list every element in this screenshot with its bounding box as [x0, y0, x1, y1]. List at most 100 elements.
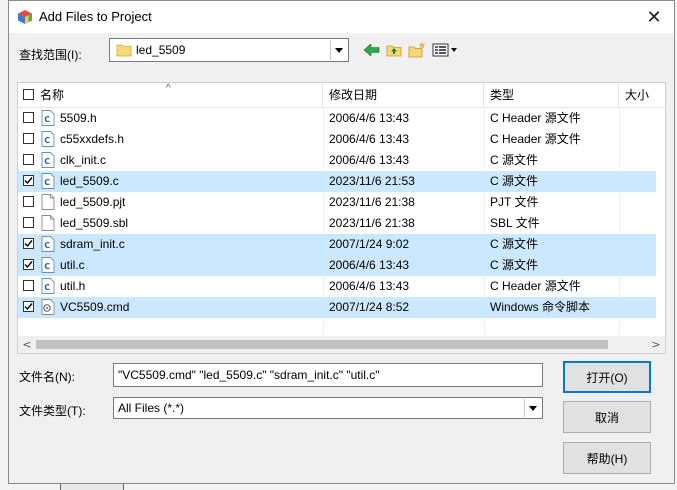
file-type-cell: Windows 命令脚本	[490, 300, 591, 314]
file-name-cell: led_5509.sbl	[60, 216, 129, 230]
c-file-icon: C	[41, 236, 55, 252]
scroll-left-arrow-icon[interactable]: <	[20, 337, 34, 352]
horizontal-scrollbar[interactable]: < >	[18, 336, 665, 353]
file-type-dropdown-button[interactable]	[524, 399, 541, 417]
file-checkbox[interactable]	[23, 112, 34, 123]
blank-file-icon	[41, 215, 55, 231]
svg-text:C: C	[44, 241, 50, 250]
back-button[interactable]	[363, 41, 381, 59]
file-list[interactable]: 名称 ^ 修改日期 类型 大小 C 5509.h 2006/4/6 13:43 C H…	[17, 82, 666, 354]
file-row[interactable]: VC5509.cmd 2007/1/24 8:52 Windows 命令脚本	[18, 297, 656, 318]
file-name-cell: led_5509.pjt	[60, 195, 126, 209]
file-row[interactable]: Cc55xxdefs.h 2006/4/6 13:43 C Header 源文件	[18, 129, 656, 150]
file-date-cell: 2006/4/6 13:43	[329, 279, 410, 293]
file-name-cell: c55xxdefs.h	[60, 132, 125, 146]
svg-text:C: C	[44, 136, 50, 145]
svg-text:C: C	[44, 283, 50, 292]
file-checkbox[interactable]	[23, 217, 34, 228]
file-type-cell: C Header 源文件	[490, 132, 581, 146]
help-button[interactable]: 帮助(H)	[563, 442, 651, 474]
view-menu-icon	[432, 43, 457, 57]
c-file-icon: C	[41, 278, 55, 294]
file-date-cell: 2006/4/6 13:43	[329, 132, 410, 146]
scroll-right-arrow-icon[interactable]: >	[649, 337, 663, 352]
file-checkbox[interactable]	[23, 301, 34, 312]
file-type-cell: C 源文件	[490, 237, 539, 251]
title-bar: Add Files to Project ✕	[9, 1, 674, 33]
file-name-cell: led_5509.c	[60, 174, 119, 188]
file-type-cell: PJT 文件	[490, 195, 539, 209]
select-all-checkbox[interactable]	[23, 89, 34, 100]
file-row[interactable]: led_5509.sbl 2023/11/6 21:38 SBL 文件	[18, 213, 656, 234]
file-checkbox[interactable]	[23, 133, 34, 144]
folder-icon	[116, 44, 132, 57]
close-icon: ✕	[646, 6, 662, 28]
file-type-cell: C 源文件	[490, 258, 539, 272]
file-name-label: 文件名(N):	[19, 370, 75, 384]
column-name-label: 名称	[40, 88, 65, 102]
cancel-button[interactable]: 取消	[563, 401, 651, 433]
open-button[interactable]: 打开(O)	[563, 361, 651, 393]
file-row[interactable]: Cclk_init.c 2006/4/6 13:43 C 源文件	[18, 150, 656, 171]
back-arrow-icon	[364, 44, 380, 56]
new-folder-button[interactable]	[408, 41, 426, 59]
file-type-cell: C 源文件	[490, 153, 539, 167]
c-file-icon: C	[41, 110, 55, 126]
file-date-cell: 2006/4/6 13:43	[329, 258, 410, 272]
chevron-down-icon	[529, 405, 537, 411]
svg-text:C: C	[44, 115, 50, 124]
file-date-cell: 2007/1/24 8:52	[329, 300, 410, 314]
view-menu-button[interactable]	[431, 41, 459, 59]
column-header-size[interactable]: 大小	[619, 83, 665, 107]
file-row[interactable]: Csdram_init.c 2007/1/24 9:02 C 源文件	[18, 234, 656, 255]
file-type-select[interactable]: All Files (*.*)	[113, 397, 543, 419]
file-name-cell: VC5509.cmd	[60, 300, 130, 314]
file-checkbox[interactable]	[23, 238, 34, 249]
chevron-down-icon	[335, 47, 343, 53]
file-date-cell: 2006/4/6 13:43	[329, 111, 410, 125]
file-row[interactable]: Cled_5509.c 2023/11/6 21:53 C 源文件	[18, 171, 656, 192]
up-folder-button[interactable]	[385, 41, 403, 59]
svg-text:C: C	[44, 262, 50, 271]
column-date-label: 修改日期	[329, 88, 378, 102]
file-date-cell: 2007/1/24 9:02	[329, 237, 410, 251]
look-in-label: 查找范围(I):	[19, 48, 82, 62]
file-date-cell: 2023/11/6 21:53	[329, 174, 415, 188]
up-folder-icon	[386, 45, 402, 57]
look-in-combo[interactable]: led_5509	[109, 38, 349, 62]
file-row[interactable]: led_5509.pjt 2023/11/6 21:38 PJT 文件	[18, 192, 656, 213]
file-checkbox[interactable]	[23, 259, 34, 270]
add-files-dialog: Add Files to Project ✕ 查找范围(I): led_5509	[8, 0, 675, 484]
column-header-type[interactable]: 类型	[484, 83, 619, 107]
sort-ascending-icon: ^	[166, 83, 171, 94]
file-checkbox[interactable]	[23, 175, 34, 186]
file-type-cell: C 源文件	[490, 174, 539, 188]
file-type-cell: C Header 源文件	[490, 111, 581, 125]
c-file-icon: C	[41, 173, 55, 189]
file-row[interactable]: C 5509.h 2006/4/6 13:43 C Header 源文件	[18, 108, 656, 129]
file-checkbox[interactable]	[23, 196, 34, 207]
column-header-name[interactable]: 名称 ^	[18, 83, 323, 107]
file-type-cell: C Header 源文件	[490, 279, 581, 293]
window-title: Add Files to Project	[39, 9, 152, 24]
file-row[interactable]: Cutil.h 2006/4/6 13:43 C Header 源文件	[18, 276, 656, 297]
file-date-cell: 2023/11/6 21:38	[329, 216, 415, 230]
svg-text:C: C	[44, 178, 50, 187]
file-type-label: 文件类型(T):	[19, 404, 86, 418]
file-name-cell: clk_init.c	[60, 153, 107, 167]
file-name-input[interactable]: "VC5509.cmd" "led_5509.c" "sdram_init.c"…	[113, 363, 543, 387]
file-checkbox[interactable]	[23, 154, 34, 165]
blank-file-icon	[41, 194, 55, 210]
c-file-icon: C	[41, 131, 55, 147]
column-header-date[interactable]: 修改日期	[323, 83, 484, 107]
close-button[interactable]: ✕	[634, 1, 674, 33]
look-in-value: led_5509	[136, 43, 186, 57]
file-row[interactable]: Cutil.c 2006/4/6 13:43 C 源文件	[18, 255, 656, 276]
file-checkbox[interactable]	[23, 280, 34, 291]
column-type-label: 类型	[490, 88, 515, 102]
list-header: 名称 ^ 修改日期 类型 大小	[18, 83, 665, 108]
scrollbar-thumb[interactable]	[36, 340, 608, 349]
file-type-value: All Files (*.*)	[118, 401, 185, 415]
file-date-cell: 2006/4/6 13:43	[329, 153, 410, 167]
look-in-dropdown-button[interactable]	[330, 40, 347, 60]
